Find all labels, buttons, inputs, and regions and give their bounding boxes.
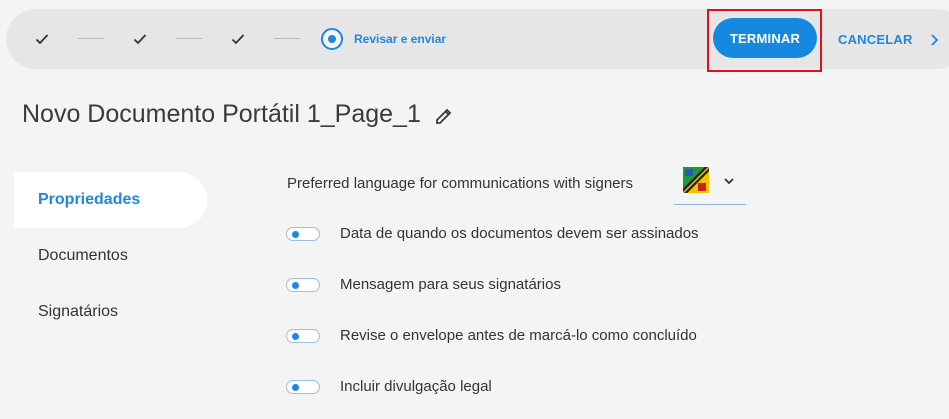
step-connector: [176, 38, 202, 39]
toggle-knob: [292, 384, 299, 391]
check-icon: [35, 34, 49, 45]
toggle-label: Data de quando os documentos devem ser a…: [340, 225, 699, 242]
check-icon: [133, 34, 147, 45]
step-connector: [78, 38, 104, 39]
cancel-button[interactable]: CANCELAR: [838, 30, 913, 48]
sidebar-item-documents[interactable]: Documentos: [14, 228, 207, 284]
current-step-label[interactable]: Revisar e enviar: [354, 32, 446, 46]
toggle-knob: [292, 231, 299, 238]
language-select[interactable]: [674, 157, 746, 205]
due-date-toggle[interactable]: [286, 227, 320, 241]
toggle-label: Incluir divulgação legal: [340, 378, 492, 395]
flag-icon: [683, 167, 709, 193]
toggle-label: Revise o envelope antes de marcá-lo como…: [340, 327, 697, 344]
step-connector: [274, 38, 300, 39]
current-step-indicator: [321, 28, 343, 50]
toggle-knob: [292, 282, 299, 289]
message-toggle[interactable]: [286, 278, 320, 292]
sidebar-item-label: Signatários: [38, 303, 119, 320]
chevron-down-icon: [724, 178, 734, 185]
toggle-label: Mensagem para seus signatários: [340, 276, 561, 293]
sidebar-item-label: Propriedades: [38, 191, 141, 208]
language-label: Preferred language for communications wi…: [287, 175, 634, 192]
finish-button[interactable]: TERMINAR: [713, 18, 817, 58]
stepper-bar: Revisar e enviar TERMINAR CANCELAR: [6, 9, 949, 69]
pencil-icon[interactable]: [434, 106, 454, 126]
toggle-knob: [292, 333, 299, 340]
sidebar-item-properties[interactable]: Propriedades: [14, 172, 207, 228]
chevron-right-icon[interactable]: [930, 33, 940, 47]
sidebar-item-label: Documentos: [38, 247, 128, 264]
page-title: Novo Documento Portátil 1_Page_1: [22, 100, 421, 128]
sidebar-item-signers[interactable]: Signatários: [14, 284, 207, 340]
review-toggle[interactable]: [286, 329, 320, 343]
legal-disclosure-toggle[interactable]: [286, 380, 320, 394]
side-nav: Propriedades Documentos Signatários: [14, 172, 207, 340]
check-icon: [231, 34, 245, 45]
